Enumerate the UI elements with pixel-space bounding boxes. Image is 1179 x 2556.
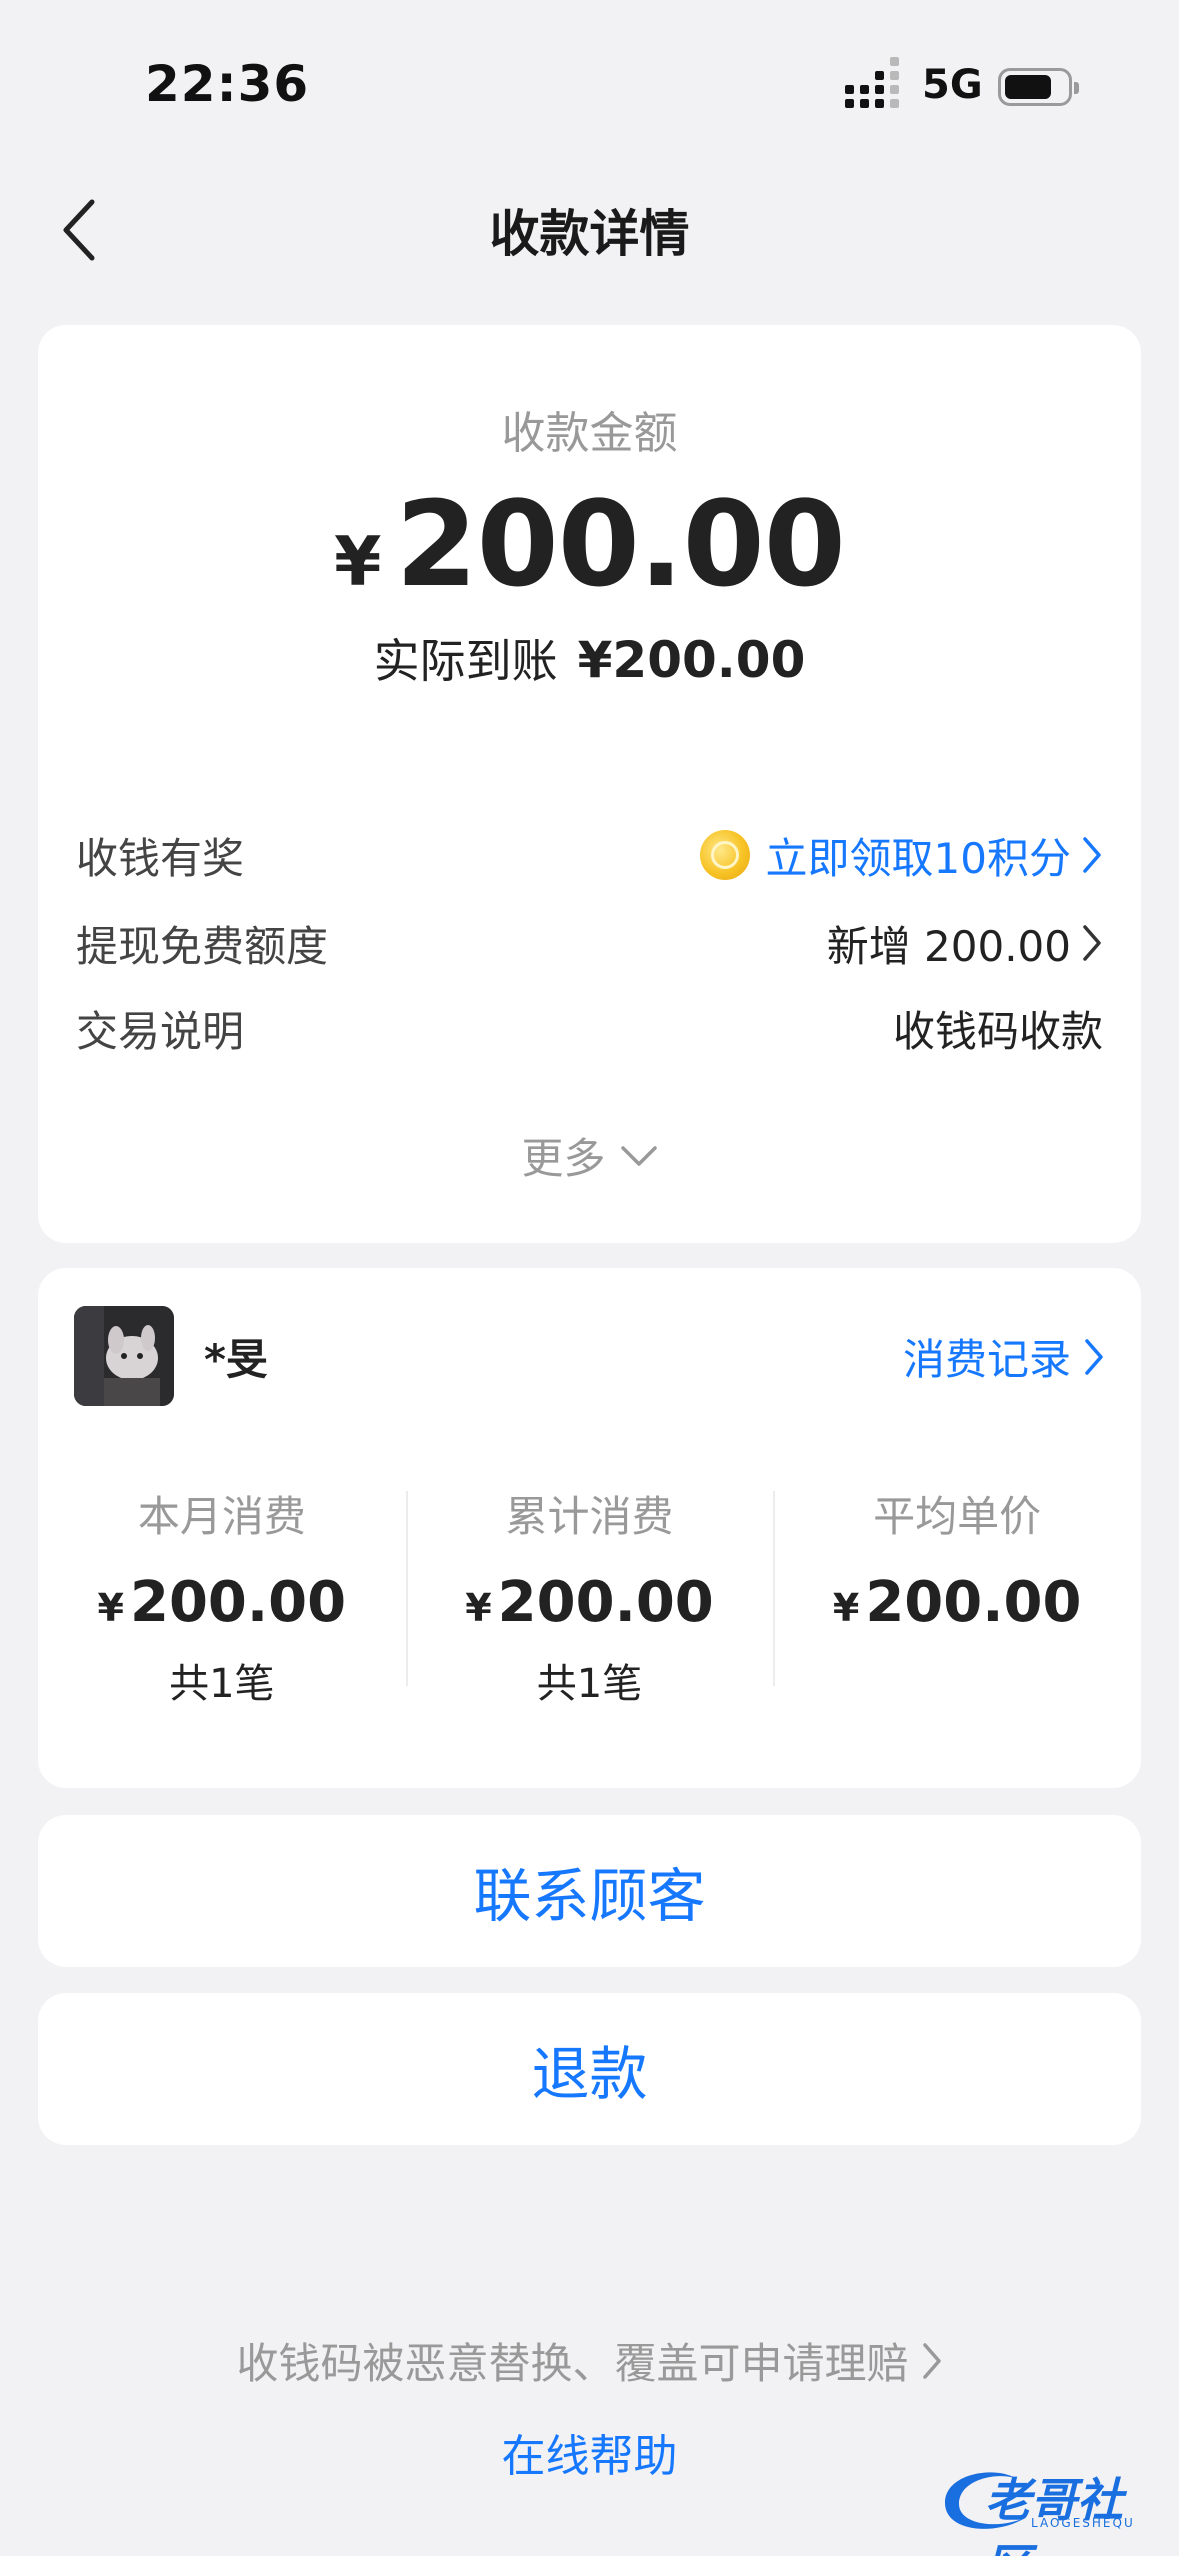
- amount-display: ¥ 200.00: [38, 475, 1141, 613]
- contact-customer-button[interactable]: 联系顾客: [38, 1815, 1141, 1967]
- claim-points-link[interactable]: 立即领取10积分: [699, 825, 1103, 886]
- stat-value: ¥ 200.00: [773, 1570, 1141, 1635]
- chevron-right-icon: [1085, 1338, 1103, 1375]
- more-label: 更多: [521, 1134, 606, 1183]
- stat-label: 平均单价: [873, 1492, 1042, 1541]
- stat-currency: ¥: [832, 1586, 860, 1630]
- received-value: ¥200.00: [577, 631, 806, 689]
- stat-value: ¥ 200.00: [406, 1570, 774, 1635]
- status-time: 22:36: [145, 55, 310, 113]
- status-bar: 22:36 5G: [0, 0, 1179, 150]
- customer-stats: 本月消费 ¥ 200.00 共1笔 累计消费 ¥ 200.00 共1笔 平均单价…: [38, 1483, 1141, 1707]
- network-type: 5G: [922, 62, 983, 108]
- avatar[interactable]: [74, 1306, 174, 1406]
- claim-link[interactable]: 收钱码被恶意替换、覆盖可申请理赔: [0, 2330, 1179, 2391]
- detail-row-description: 交易说明 收钱码收款: [76, 993, 1103, 1063]
- detail-label: 收钱有奖: [76, 833, 245, 883]
- quota-link[interactable]: 新增 200.00: [827, 913, 1103, 974]
- watermark-sub: LAOGESHEQU: [1031, 2516, 1135, 2530]
- amount-label: 收款金额: [501, 408, 678, 459]
- amount-currency: ¥: [334, 523, 382, 602]
- stat-average: 平均单价 ¥ 200.00: [773, 1483, 1141, 1686]
- detail-row-reward: 收钱有奖 立即领取10积分: [76, 820, 1103, 890]
- detail-row-quota: 提现免费额度 新增 200.00: [76, 908, 1103, 978]
- customer-card: *旻 消费记录 本月消费 ¥ 200.00 共1笔 累计消费 ¥ 200.00 …: [38, 1268, 1141, 1788]
- refund-label: 退款: [531, 2040, 648, 2108]
- stat-count: 共1笔: [536, 1661, 643, 1707]
- stat-amount: 200.00: [130, 1570, 347, 1635]
- detail-label: 交易说明: [76, 1006, 245, 1056]
- stat-amount: 200.00: [497, 1570, 714, 1635]
- consumption-records-link[interactable]: 消费记录: [903, 1326, 1105, 1387]
- chevron-right-icon: [1083, 925, 1101, 961]
- coin-icon: [699, 830, 750, 880]
- stat-amount: 200.00: [865, 1570, 1082, 1635]
- contact-label: 联系顾客: [473, 1862, 706, 1930]
- detail-value: 立即领取10积分: [765, 833, 1071, 883]
- watermark-text: 老哥社区: [985, 2473, 1123, 2556]
- received-amount: 实际到账 ¥200.00: [38, 625, 1141, 691]
- stat-count: 共1笔: [169, 1661, 275, 1707]
- cellular-signal-icon: [845, 57, 899, 108]
- chevron-right-icon: [1083, 837, 1101, 873]
- page-title: 收款详情: [489, 205, 690, 263]
- customer-name: *旻: [204, 1335, 268, 1384]
- stat-value: ¥ 200.00: [38, 1570, 406, 1635]
- stat-currency: ¥: [465, 1586, 492, 1630]
- stat-total: 累计消费 ¥ 200.00 共1笔: [405, 1483, 774, 1707]
- received-label: 实际到账: [373, 634, 558, 688]
- chevron-right-icon: [922, 2342, 941, 2379]
- page: 22:36 5G 收款详情 收款金额 ¥ 200.00 实际到账 ¥200.00: [0, 0, 1179, 2556]
- stat-label: 累计消费: [505, 1492, 674, 1541]
- records-label: 消费记录: [902, 1335, 1071, 1384]
- stat-monthly: 本月消费 ¥ 200.00 共1笔: [38, 1483, 406, 1707]
- refund-button[interactable]: 退款: [38, 1993, 1141, 2145]
- amount-value: 200.00: [395, 475, 845, 613]
- claim-text: 收钱码被恶意替换、覆盖可申请理赔: [236, 2339, 909, 2388]
- more-button[interactable]: 更多: [38, 1125, 1141, 1186]
- watermark-logo: 老哥社区 LAOGESHEQU: [935, 2458, 1165, 2556]
- nav-bar: 收款详情: [0, 170, 1179, 280]
- detail-value: 收钱码收款: [892, 1006, 1103, 1056]
- stat-currency: ¥: [97, 1586, 124, 1630]
- chevron-down-icon: [620, 1145, 657, 1166]
- payment-summary-card: 收款金额 ¥ 200.00 实际到账 ¥200.00 收钱有奖 立即领取10积分…: [38, 325, 1141, 1243]
- detail-label: 提现免费额度: [76, 921, 329, 971]
- stat-label: 本月消费: [137, 1492, 306, 1541]
- battery-icon: [998, 68, 1079, 106]
- detail-value: 新增 200.00: [826, 921, 1071, 971]
